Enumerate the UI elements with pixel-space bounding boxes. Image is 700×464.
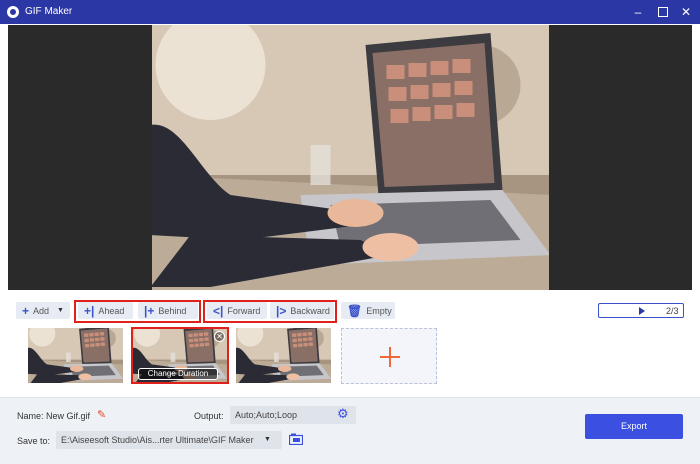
export-button[interactable]: Export xyxy=(585,414,683,439)
insert-ahead-icon: +| xyxy=(84,303,95,318)
empty-label: Empty xyxy=(366,305,392,316)
ahead-button[interactable]: +| Ahead xyxy=(78,302,133,319)
frame-counter: 2/3 xyxy=(666,306,679,316)
title-bar: GIF Maker – ✕ xyxy=(0,0,700,24)
backward-button[interactable]: |> Backward xyxy=(270,302,334,319)
frame-thumbnail-selected[interactable]: ✕ Change Duration xyxy=(131,327,229,384)
edit-name-icon[interactable]: ✎ xyxy=(97,408,106,421)
app-logo-icon xyxy=(7,6,19,18)
frame-thumbnail[interactable] xyxy=(236,328,331,383)
backward-label: Backward xyxy=(290,305,330,316)
frame-thumbnail[interactable] xyxy=(28,328,123,383)
name-label: Name: xyxy=(17,411,44,421)
output-settings-gear-icon[interactable]: ⚙ xyxy=(337,406,349,422)
add-button[interactable]: + Add ▼ xyxy=(16,302,70,319)
frame-toolbar: + Add ▼ +| Ahead |+ Behind <| Forward |>… xyxy=(8,298,692,323)
save-path-field[interactable]: E:\Aiseesoft Studio\Ais...rter Ultimate\… xyxy=(56,431,282,449)
remove-frame-icon[interactable]: ✕ xyxy=(214,331,225,342)
maximize-icon[interactable] xyxy=(655,4,671,20)
forward-label: Forward xyxy=(227,305,261,316)
frame-image xyxy=(236,328,331,383)
add-label: Add xyxy=(33,305,50,316)
minimize-icon[interactable]: – xyxy=(630,4,646,20)
settings-panel: Name: New Gif.gif ✎ Output: Auto;Auto;Lo… xyxy=(0,397,700,464)
play-icon xyxy=(639,307,645,315)
move-backward-icon: |> xyxy=(276,303,287,318)
window-title: GIF Maker xyxy=(25,6,73,17)
preview-image xyxy=(152,25,549,290)
change-duration-button[interactable]: Change Duration xyxy=(138,368,218,380)
frame-image xyxy=(28,328,123,383)
output-value: Auto;Auto;Loop xyxy=(235,410,298,420)
empty-button[interactable]: 🗑 Empty xyxy=(341,302,395,319)
ahead-label: Ahead xyxy=(98,305,125,316)
trash-icon: 🗑 xyxy=(347,303,363,318)
behind-label: Behind xyxy=(158,305,187,316)
add-frame-button[interactable] xyxy=(341,328,437,384)
move-forward-icon: <| xyxy=(213,303,224,318)
save-path-dropdown-icon[interactable]: ▼ xyxy=(264,436,271,443)
gif-preview xyxy=(8,25,692,290)
insert-behind-icon: |+ xyxy=(144,303,155,318)
name-value: New Gif.gif xyxy=(46,411,91,421)
output-label: Output: xyxy=(194,411,224,421)
frame-strip: ✕ Change Duration xyxy=(8,324,692,390)
open-folder-icon[interactable] xyxy=(288,433,304,447)
save-to-label: Save to: xyxy=(17,436,51,446)
forward-button[interactable]: <| Forward xyxy=(207,302,267,319)
add-dropdown-icon[interactable]: ▼ xyxy=(57,307,64,314)
plus-icon: + xyxy=(22,303,30,318)
save-path-value: E:\Aiseesoft Studio\Ais...rter Ultimate\… xyxy=(61,435,254,445)
close-icon[interactable]: ✕ xyxy=(678,4,694,20)
behind-button[interactable]: |+ Behind xyxy=(138,302,198,319)
